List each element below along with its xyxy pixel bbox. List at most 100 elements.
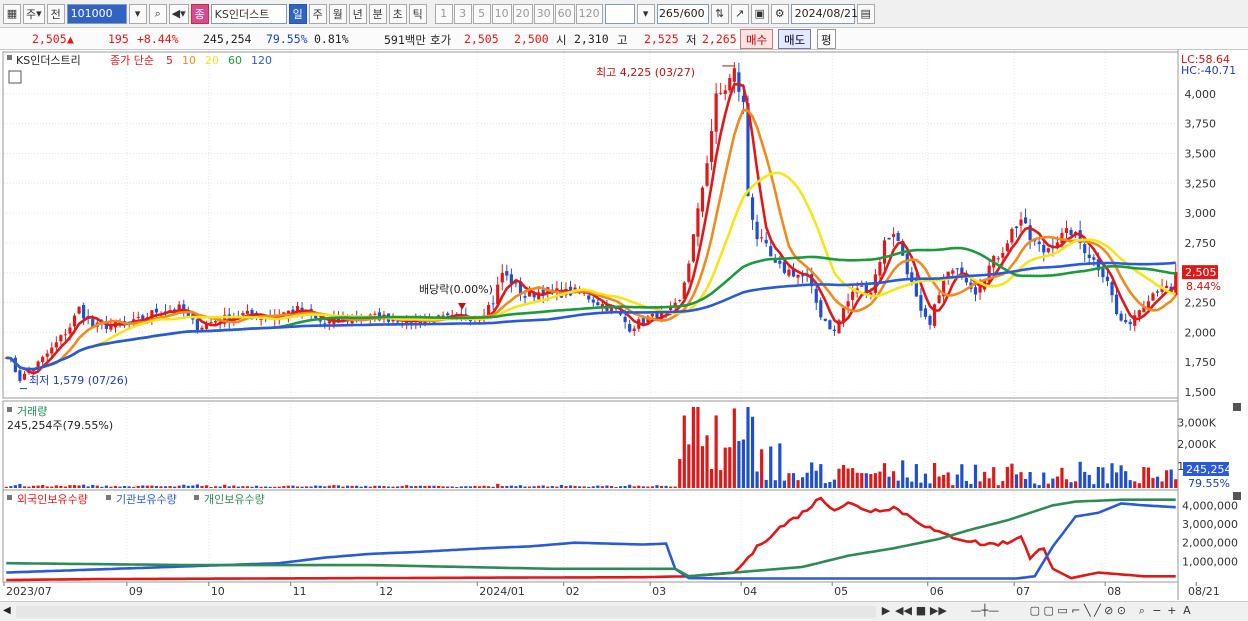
- sell-button[interactable]: 매도: [778, 29, 812, 49]
- code-dropdown-icon[interactable]: ▾: [128, 3, 147, 24]
- interval-button-5[interactable]: 5: [472, 3, 491, 24]
- candle-body: [687, 263, 691, 282]
- legend-marker: [7, 55, 12, 60]
- volume-bar: [860, 473, 864, 488]
- horizontal-scrollbar[interactable]: [16, 606, 876, 618]
- volume-bar: [605, 485, 609, 488]
- interval-button-3[interactable]: 3: [453, 3, 472, 24]
- period-button-3[interactable]: 년: [348, 3, 367, 24]
- volume-bar: [1096, 466, 1100, 488]
- high-label: 고: [617, 33, 628, 47]
- volume-bar: [964, 480, 968, 488]
- minus-icon[interactable]: −: [1151, 604, 1163, 618]
- calendar-icon[interactable]: ▤: [856, 3, 875, 24]
- buy-button[interactable]: 매수: [740, 29, 774, 49]
- stock-name-field[interactable]: KS인더스트: [210, 3, 287, 24]
- volume-bar: [951, 485, 955, 488]
- dividend-annotation: 배당락(0.00%): [419, 283, 493, 296]
- mode-select[interactable]: 주 ▾: [23, 3, 45, 24]
- play-icon[interactable]: ▶: [880, 604, 892, 618]
- volume-bar: [1028, 472, 1032, 488]
- volume-bar: [95, 485, 99, 488]
- holdings-legend-0: 외국인보유수량: [17, 493, 88, 506]
- save-icon[interactable]: ▣: [750, 3, 769, 24]
- date-input[interactable]: 2024/08/21: [790, 3, 858, 24]
- font-size-icon[interactable]: A: [1181, 604, 1193, 618]
- chart-settings-icon[interactable]: ⇅: [710, 3, 729, 24]
- period-button-4[interactable]: 분: [368, 3, 387, 24]
- candle-body: [523, 296, 527, 298]
- volume-bar: [623, 486, 627, 488]
- stock-code-input[interactable]: 101000: [66, 3, 127, 24]
- stock-chart[interactable]: 4,0003,7503,5003,2503,0002,7502,5002,250…: [0, 50, 1248, 601]
- volume-bar: [832, 479, 837, 488]
- volume-bar: [769, 446, 773, 488]
- volume-bar: [882, 463, 887, 488]
- scroll-left-icon[interactable]: ◀: [3, 605, 11, 616]
- candle-body: [892, 234, 896, 237]
- period-button-1[interactable]: 주: [308, 3, 327, 24]
- candle-body: [723, 90, 727, 94]
- candle-body: [1069, 229, 1073, 236]
- fast-forward-icon[interactable]: ▶▶: [930, 604, 947, 618]
- tools-icon[interactable]: ▢ ▢ ▭ ⌐ ╲ ╱ ⊘ ⊙: [1023, 604, 1133, 618]
- volume-bar: [309, 486, 313, 488]
- plus-icon[interactable]: +: [1166, 604, 1178, 618]
- interval-button-20[interactable]: 20: [512, 3, 533, 24]
- date-axis-tick: 09: [129, 585, 143, 598]
- period-button-5[interactable]: 초: [388, 3, 407, 24]
- price-axis-tick: 3,250: [1185, 177, 1217, 190]
- candle-body: [955, 268, 959, 270]
- zoom-out-icon[interactable]: ⌕: [1136, 604, 1148, 618]
- open-label: 시: [556, 33, 567, 47]
- chart-labels: KS인더스트리 종가 단순 5 10 20 60 120 최고 4,225 (03/27) 최저…: [7, 53, 1241, 506]
- date-axis-tick: 07: [1016, 585, 1030, 598]
- candle-body: [860, 285, 864, 287]
- candle-body: [1151, 293, 1155, 301]
- ma-legend-60: 60: [228, 54, 242, 67]
- interval-dropdown-icon[interactable]: ▾: [636, 3, 655, 24]
- eval-button[interactable]: 평: [817, 29, 836, 49]
- volume-bar: [113, 485, 118, 488]
- interval-input[interactable]: [604, 3, 635, 24]
- count-display[interactable]: 265/600: [656, 3, 709, 24]
- candle-body: [136, 316, 140, 318]
- interval-button-120[interactable]: 120: [575, 3, 603, 24]
- period-button-0[interactable]: 일: [288, 3, 307, 24]
- period-button-2[interactable]: 월: [328, 3, 347, 24]
- ask-price: 2,505: [464, 32, 499, 46]
- moving-averages: [6, 82, 1177, 375]
- volume-bar: [400, 486, 404, 488]
- volume-bar: [54, 485, 58, 488]
- volume-bar: [987, 478, 991, 488]
- volume-bar: [728, 447, 732, 488]
- period-button-6[interactable]: 틱: [408, 3, 427, 24]
- interval-button-60[interactable]: 60: [554, 3, 575, 24]
- volume-bar: [851, 468, 855, 488]
- prev-button[interactable]: 전: [46, 3, 65, 24]
- volume-axis-tick: 2,000K: [1177, 438, 1216, 451]
- rewind-icon[interactable]: ◀◀: [895, 604, 912, 618]
- interval-button-1[interactable]: 1: [434, 3, 453, 24]
- volume-bar: [109, 486, 113, 488]
- stop-icon[interactable]: ■: [915, 604, 927, 618]
- volume-bar: [336, 485, 341, 488]
- interval-button-30[interactable]: 30: [533, 3, 554, 24]
- speaker-icon[interactable]: ◀▾: [168, 3, 189, 24]
- gear-icon[interactable]: ⚙: [770, 3, 789, 24]
- search-icon[interactable]: ⌕: [148, 3, 167, 24]
- stock-type-badge[interactable]: 종: [190, 3, 209, 24]
- draw-tool-icon[interactable]: ↗: [730, 3, 749, 24]
- volume-bar: [396, 486, 400, 488]
- interval-button-10[interactable]: 10: [491, 3, 512, 24]
- bid-ask-label: 호가: [430, 33, 452, 47]
- volume-bar: [436, 485, 441, 488]
- volume-bar: [914, 464, 918, 488]
- candle-body: [973, 287, 978, 295]
- volume-legend-marker: [7, 407, 12, 412]
- layout-icon[interactable]: ▦: [3, 3, 21, 24]
- slider-icon[interactable]: —┼—: [950, 604, 1020, 618]
- volume-bar: [254, 485, 259, 488]
- candle-body: [1023, 217, 1028, 224]
- volume-bar: [13, 485, 17, 488]
